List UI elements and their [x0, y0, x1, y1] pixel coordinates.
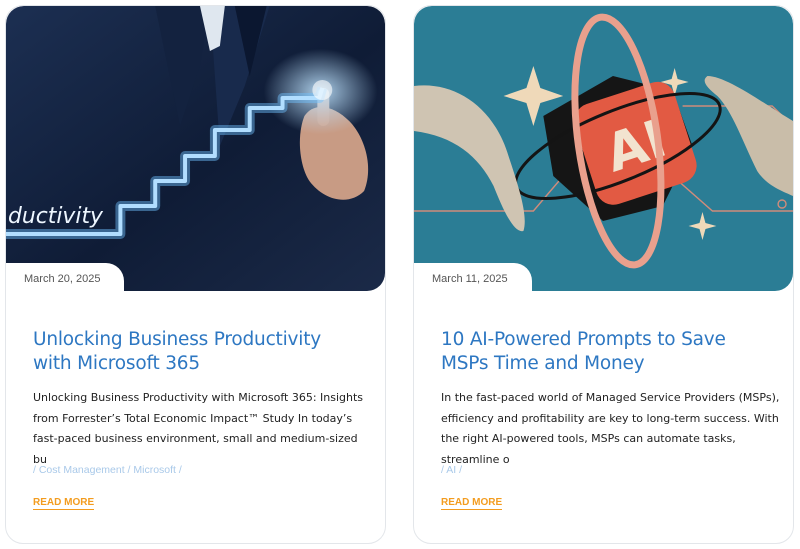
post-card[interactable]: AI March 11, 2025 10 AI-Powered Prompts … [413, 5, 794, 544]
post-card[interactable]: ductivity March 20, 2025 Unlocking Busin… [5, 5, 386, 544]
post-tags[interactable]: / Cost Management / Microsoft / [33, 464, 182, 476]
read-more-link[interactable]: READ MORE [441, 497, 503, 510]
post-excerpt: Unlocking Business Productivity with Mic… [33, 391, 364, 466]
post-image-productivity[interactable]: ductivity [6, 6, 385, 291]
post-date: March 11, 2025 [414, 263, 532, 297]
image-word: ductivity [8, 204, 104, 229]
post-excerpt: In the fast-paced world of Managed Servi… [441, 391, 780, 466]
post-title[interactable]: 10 AI-Powered Prompts to Save MSPs Time … [441, 328, 771, 376]
read-more-link[interactable]: READ MORE [33, 497, 95, 510]
post-tags[interactable]: / AI / [441, 464, 462, 476]
post-date: March 20, 2025 [6, 263, 124, 297]
post-title[interactable]: Unlocking Business Productivity with Mic… [33, 328, 363, 376]
post-image-ai[interactable]: AI [414, 6, 793, 291]
